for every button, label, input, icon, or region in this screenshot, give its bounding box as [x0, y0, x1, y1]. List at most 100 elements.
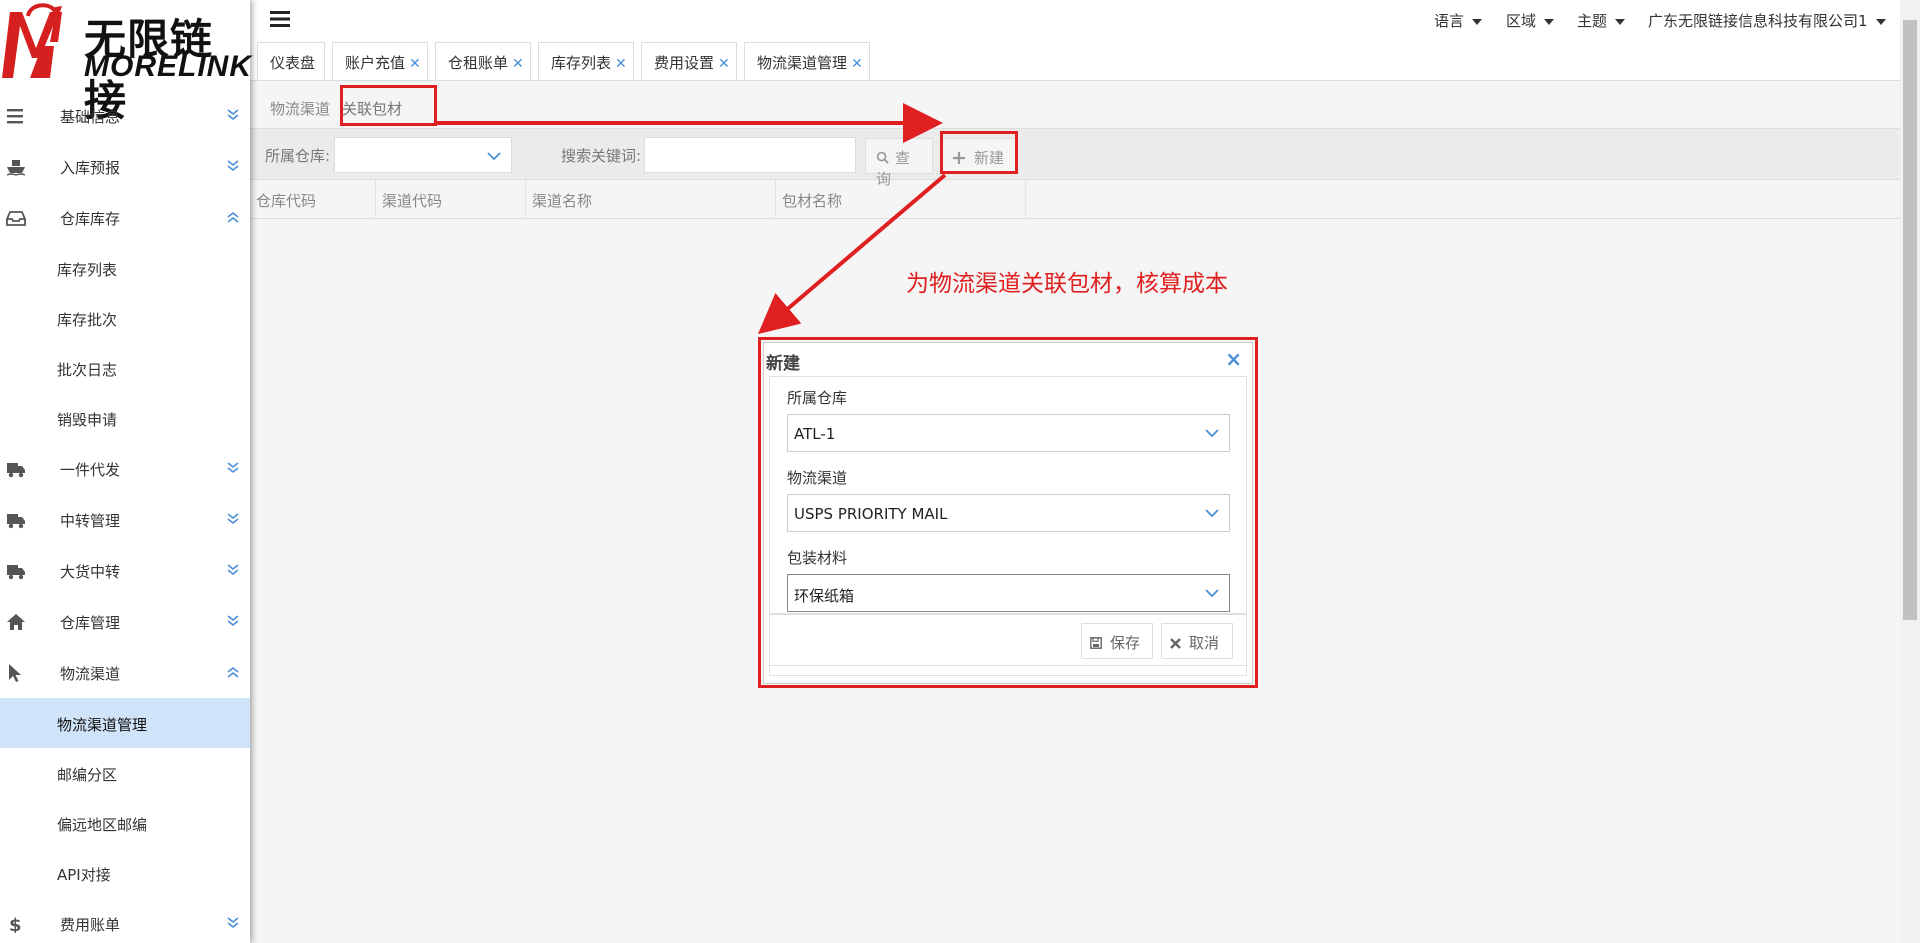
tab-inventory-list[interactable]: 库存列表 ✕	[538, 42, 634, 80]
svg-text:$: $	[9, 915, 22, 933]
company-dropdown[interactable]: 广东无限链接信息科技有限公司1	[1648, 10, 1886, 31]
theme-label: 主题	[1577, 12, 1608, 30]
sidebar-item-dropshipping[interactable]: 一件代发	[0, 443, 250, 494]
tab-storage-bill[interactable]: 仓租账单 ✕	[435, 42, 531, 80]
sidebar-item-warehouse-inventory[interactable]: 仓库库存	[0, 192, 250, 243]
sidebar-item-label: 批次日志	[57, 361, 118, 379]
sidebar-item-postcode-zone[interactable]: 邮编分区	[0, 748, 250, 798]
close-icon[interactable]: ✕	[718, 56, 730, 72]
highlight-new-dialog	[758, 337, 1258, 688]
sidebar-item-label: 仓库库存	[60, 210, 121, 228]
sidebar-item-warehouse-management[interactable]: 仓库管理	[0, 596, 250, 647]
chevron-double-up-icon	[227, 666, 239, 678]
sidebar-item-inbound-forecast[interactable]: 入库预报	[0, 141, 250, 192]
sidebar-item-destroy-request[interactable]: 销毁申请	[0, 393, 250, 443]
language-dropdown[interactable]: 语言	[1434, 10, 1483, 31]
column-header[interactable]: 渠道名称	[526, 180, 776, 219]
warehouse-filter-select[interactable]	[334, 137, 512, 173]
table-header: 仓库代码 渠道代码 渠道名称 包材名称	[250, 180, 1900, 219]
sidebar-item-transfer-management[interactable]: 中转管理	[0, 494, 250, 545]
tab-label: 库存列表	[551, 54, 612, 72]
subtab-label: 物流渠道	[270, 100, 331, 118]
sidebar-item-label: 邮编分区	[57, 766, 118, 784]
sidebar-item-remote-area-postcode[interactable]: 偏远地区邮编	[0, 798, 250, 848]
chevron-double-down-icon	[227, 160, 239, 172]
sidebar-item-bulk-transfer[interactable]: 大货中转	[0, 545, 250, 596]
search-icon	[876, 151, 889, 164]
sidebar-item-label: 库存批次	[57, 311, 118, 329]
inbox-icon	[6, 211, 26, 226]
highlight-linked-packaging-tab	[340, 85, 437, 126]
chevron-double-down-icon	[227, 615, 239, 627]
truck-icon	[7, 463, 25, 478]
sidebar: 无限链接 MORELINK 基础信息 入库预报 仓库库存 库存列表 库存批次 批…	[0, 0, 252, 943]
sidebar-item-label: 大货中转	[60, 563, 121, 581]
sidebar-item-label: 物流渠道	[60, 665, 121, 683]
chevron-double-down-icon	[227, 109, 239, 121]
tab-label: 账户充值	[345, 54, 406, 72]
close-icon[interactable]: ✕	[512, 56, 524, 72]
sidebar-item-basic-info[interactable]: 基础信息	[0, 90, 250, 141]
warehouse-filter-label: 所属仓库:	[265, 147, 331, 165]
sidebar-item-label: 一件代发	[60, 461, 121, 479]
scrollbar-thumb[interactable]	[1903, 20, 1917, 620]
chevron-double-up-icon	[227, 211, 239, 223]
caret-down-icon	[1544, 18, 1555, 25]
subtab-logistics-channel[interactable]: 物流渠道	[270, 89, 330, 125]
close-icon[interactable]: ✕	[409, 56, 421, 72]
brand-name-en: MORELINK	[84, 50, 252, 83]
tab-fee-settings[interactable]: 费用设置 ✕	[641, 42, 737, 80]
company-name: 广东无限链接信息科技有限公司1	[1648, 12, 1868, 30]
sidebar-item-label: 物流渠道管理	[57, 716, 148, 734]
morelink-logo-icon	[2, 3, 62, 78]
hamburger-menu-icon[interactable]	[270, 10, 290, 28]
query-button[interactable]: 查询	[865, 138, 933, 188]
tab-logistics-channel-management[interactable]: 物流渠道管理 ✕	[744, 42, 870, 80]
chevron-double-down-icon	[227, 462, 239, 474]
region-label: 区域	[1506, 12, 1537, 30]
sidebar-item-label: 库存列表	[57, 261, 118, 279]
sidebar-item-inventory-batch[interactable]: 库存批次	[0, 293, 250, 343]
sidebar-item-label: 费用账单	[60, 916, 121, 934]
highlight-new-button	[940, 131, 1018, 174]
chevron-double-down-icon	[227, 513, 239, 525]
sidebar-item-inventory-list[interactable]: 库存列表	[0, 243, 250, 293]
top-bar: 语言 区域 主题 广东无限链接信息科技有限公司1	[250, 0, 1900, 40]
region-dropdown[interactable]: 区域	[1506, 10, 1555, 31]
sidebar-item-label: 入库预报	[60, 159, 121, 177]
tab-account-recharge[interactable]: 账户充值 ✕	[332, 42, 428, 80]
keyword-search-input[interactable]	[644, 137, 856, 173]
sidebar-item-label: 中转管理	[60, 512, 121, 530]
tab-dashboard[interactable]: 仪表盘	[257, 42, 325, 80]
theme-dropdown[interactable]: 主题	[1577, 10, 1626, 31]
chevron-double-down-icon	[227, 917, 239, 929]
sidebar-item-logistics-channel-management[interactable]: 物流渠道管理	[0, 698, 250, 748]
column-header[interactable]: 仓库代码	[250, 180, 376, 219]
sidebar-item-label: 基础信息	[60, 108, 121, 126]
brand-logo[interactable]: 无限链接 MORELINK	[0, 0, 252, 125]
sidebar-item-batch-log[interactable]: 批次日志	[0, 343, 250, 393]
caret-down-icon	[1875, 18, 1886, 25]
truck-icon	[7, 565, 25, 580]
sidebar-item-billing[interactable]: $ 费用账单	[0, 898, 250, 943]
tab-label: 物流渠道管理	[757, 54, 848, 72]
dollar-icon: $	[9, 915, 22, 933]
column-header[interactable]: 包材名称	[776, 180, 1026, 219]
chevron-double-down-icon	[227, 564, 239, 576]
column-header[interactable]: 渠道代码	[376, 180, 526, 219]
close-icon[interactable]: ✕	[615, 56, 627, 72]
tab-label: 仪表盘	[270, 54, 316, 72]
cursor-icon	[9, 664, 21, 682]
sidebar-item-label: 偏远地区邮编	[57, 816, 148, 834]
tab-label: 仓租账单	[448, 54, 509, 72]
sidebar-item-logistics-channel[interactable]: 物流渠道	[0, 647, 250, 698]
vertical-scrollbar[interactable]	[1900, 0, 1920, 943]
tab-label: 费用设置	[654, 54, 715, 72]
caret-down-icon	[1472, 18, 1483, 25]
sidebar-item-label: API对接	[57, 866, 111, 884]
sidebar-item-label: 销毁申请	[57, 411, 118, 429]
list-icon	[7, 109, 23, 124]
keyword-filter-label: 搜索关键词:	[561, 147, 642, 165]
close-icon[interactable]: ✕	[851, 56, 863, 72]
sidebar-item-api-integration[interactable]: API对接	[0, 848, 250, 898]
